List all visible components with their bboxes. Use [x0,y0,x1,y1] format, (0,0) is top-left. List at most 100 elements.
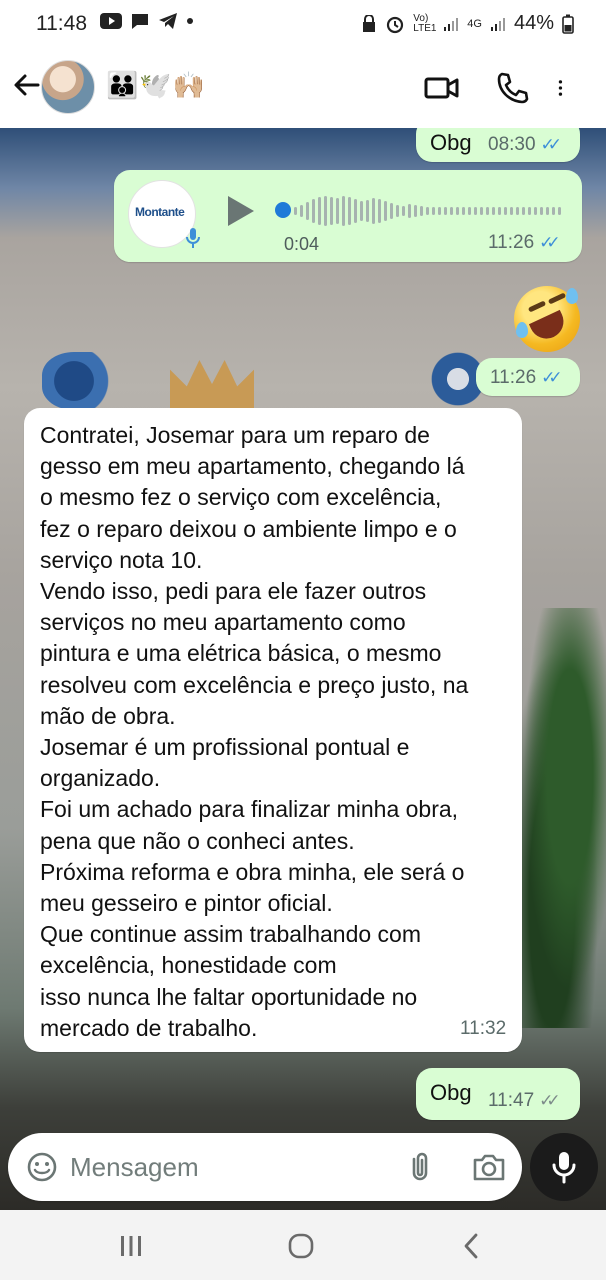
message-time: 11:47 [488,1090,535,1111]
camera-icon[interactable] [472,1151,506,1183]
emoji-tear [566,288,578,304]
wallpaper-plant [516,608,606,1028]
home-icon[interactable] [284,1230,318,1262]
battery-percentage: 44% [513,12,554,34]
waveform-bar [312,199,315,223]
waveform-bar [438,207,441,215]
waveform-bar [420,206,423,216]
play-icon[interactable] [228,196,254,226]
read-ticks-icon: ✓✓ [540,135,562,154]
waveform-bar [474,207,477,215]
recent-apps-icon[interactable] [114,1230,148,1262]
lock-icon [363,14,376,32]
emoji-picker-icon[interactable] [26,1151,58,1183]
playback-scrubber[interactable] [275,202,291,218]
message-meta: 08:30 ✓✓ [488,134,562,156]
waveform-bar [504,207,507,215]
back-arrow-icon[interactable] [10,68,44,102]
signal-icon-2 [490,17,505,31]
waveform-bar [462,207,465,215]
message-bubble-outgoing[interactable]: 11:26 ✓✓ [476,358,580,396]
waveform-bar [516,207,519,215]
message-bubble-outgoing[interactable]: Obg 11:47 ✓✓ [416,1068,580,1120]
waveform-bar [546,207,549,215]
read-ticks-icon: ✓✓ [539,233,560,252]
waveform-bar [306,202,309,220]
waveform-bar [294,207,297,215]
network-type-label: 4G [467,17,482,30]
chat-area[interactable]: Obg 08:30 ✓✓ Montante 0:04 11:26 ✓✓ 11:2… [0,128,606,1210]
waveform-bar [444,207,447,215]
message-time: 11:26 [488,232,535,253]
message-meta: 11:32 [460,1018,506,1040]
emoji-tear [516,322,528,338]
waveform-bar [456,207,459,215]
battery-icon [562,14,574,34]
microphone-badge-icon [186,228,200,248]
contact-avatar[interactable] [41,60,95,114]
message-input[interactable] [70,1147,380,1187]
waveform-bar [426,207,429,215]
waveform-bar [378,199,381,223]
system-icons: Vo) LTE1 4G 44% [361,12,574,35]
waveform-bar [552,207,555,215]
volte-label: Vo) LTE1 [413,12,437,34]
android-navigation-bar [0,1210,606,1280]
waveform-bar [510,207,513,215]
waveform-bar [414,205,417,217]
delivered-ticks-icon: ✓✓ [539,1091,560,1110]
waveform-bar [480,207,483,215]
wallpaper-crown [170,360,254,408]
waveform-bar [534,207,537,215]
waveform-bar [384,201,387,221]
chat-icon [132,14,148,29]
waveform-bar [330,197,333,225]
waveform-bar [390,203,393,219]
waveform-bar [498,207,501,215]
message-text: Obg [430,130,472,155]
waveform-bar [318,197,321,225]
dot-icon [187,18,193,24]
waveform-bar [360,201,363,221]
microphone-icon [552,1152,576,1184]
signal-icon-1 [444,17,459,31]
youtube-icon [100,13,122,29]
waveform-bar [372,198,375,224]
waveform-bar [348,197,351,225]
more-options-icon[interactable] [556,70,576,106]
emoji-eye [527,300,547,313]
voice-message-bubble[interactable]: Montante 0:04 11:26 ✓✓ [114,170,582,262]
phone-call-icon[interactable] [494,70,530,106]
message-bubble-incoming[interactable]: Contratei, Josemar para um reparo de ges… [24,408,522,1052]
waveform-bar [300,205,303,217]
attachment-paperclip-icon[interactable] [404,1151,436,1183]
waveform-bar [408,204,411,218]
notification-icons [100,12,194,30]
waveform-bar [468,207,471,215]
message-bubble-outgoing[interactable]: Obg 08:30 ✓✓ [416,128,580,162]
waveform-bar [342,196,345,226]
message-time: 11:32 [460,1018,507,1039]
waveform-bar [354,199,357,223]
telegram-icon [159,13,177,29]
waveform-bar [336,198,339,224]
record-voice-button[interactable] [530,1133,598,1201]
waveform-bar [450,207,453,215]
message-time: 11:26 [490,367,537,388]
message-meta: 11:47 ✓✓ [488,1090,560,1112]
message-text: Obg [430,1080,472,1105]
waveform-bar [402,206,405,216]
message-time: 08:30 [488,134,536,155]
waveform-bar [366,200,369,222]
voice-waveform[interactable] [294,196,564,226]
message-text: Contratei, Josemar para um reparo de ges… [40,422,469,1041]
back-chevron-icon[interactable] [456,1230,490,1262]
contact-name[interactable]: 👪🕊️🙌🏼 [106,70,206,101]
rolling-laughing-emoji-icon[interactable] [514,286,580,352]
waveform-bar [492,207,495,215]
video-call-icon[interactable] [424,70,460,106]
chat-header: 👪🕊️🙌🏼 [0,46,606,128]
waveform-bar [528,207,531,215]
message-meta: 11:26 ✓✓ [490,367,562,389]
alarm-icon [387,16,404,33]
